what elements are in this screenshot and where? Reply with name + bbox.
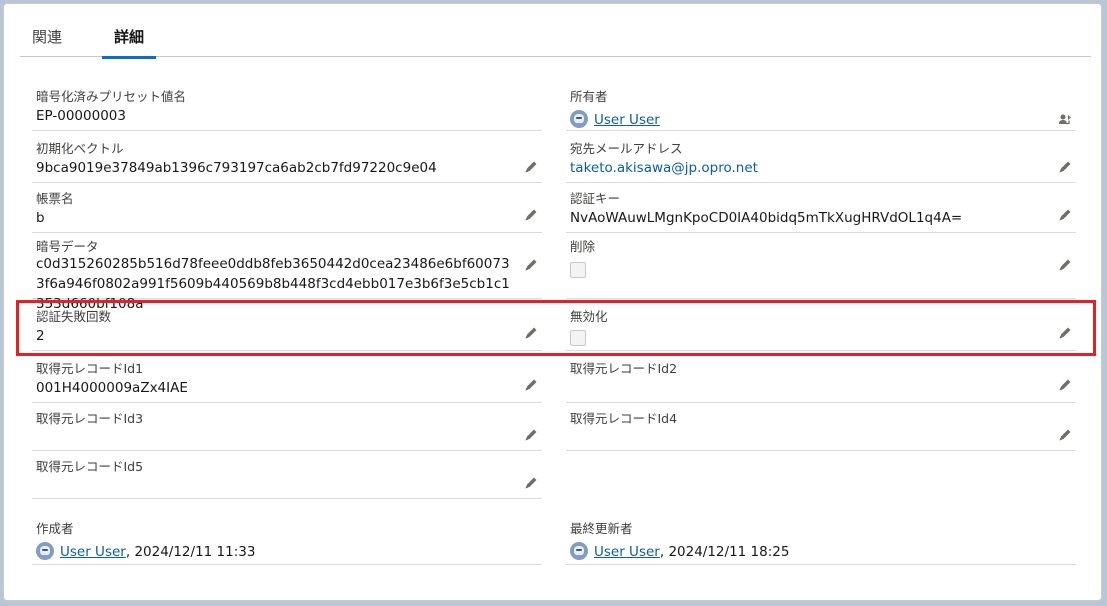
field-label: 作成者 <box>36 521 74 536</box>
modified-date: 2024/12/11 18:25 <box>668 544 790 560</box>
field-value: NvAoWAuwLMgnKpoCD0IA40bidq5mTkXugHRVdOL1… <box>570 210 963 226</box>
field-iv: 初期化ベクトル 9bca9019e37849ab1396c793197ca6ab… <box>32 138 542 183</box>
field-modified-by: 最終更新者 User User, 2024/12/11 18:25 <box>566 518 1076 565</box>
field-label: 取得元レコードId1 <box>36 361 144 376</box>
owner-value: User User <box>570 110 660 128</box>
created-date: 2024/12/11 11:33 <box>134 544 256 560</box>
field-cipher-data: 暗号データ c0d315260285b516d78feee0ddb8feb365… <box>32 236 542 312</box>
field-form-name: 帳票名 b <box>32 188 542 233</box>
field-label: 宛先メールアドレス <box>570 141 683 156</box>
field-label: 取得元レコードId2 <box>570 361 678 376</box>
field-auth-key: 認証キー NvAoWAuwLMgnKpoCD0IA40bidq5mTkXugHR… <box>566 188 1076 233</box>
field-label: 取得元レコードId3 <box>36 411 144 426</box>
field-label: 無効化 <box>570 309 608 324</box>
created-by-value: User User, 2024/12/11 11:33 <box>36 542 255 560</box>
modified-by-value: User User, 2024/12/11 18:25 <box>570 542 789 560</box>
field-label: 暗号データ <box>36 239 99 254</box>
pencil-icon[interactable] <box>524 428 538 442</box>
field-owner: 所有者 User User <box>566 86 1076 131</box>
field-label: 帳票名 <box>36 191 74 206</box>
field-label: 取得元レコードId4 <box>570 411 678 426</box>
field-label: 取得元レコードId5 <box>36 459 144 474</box>
pencil-icon[interactable] <box>1058 326 1072 340</box>
change-owner-icon[interactable] <box>1058 112 1072 126</box>
email-link[interactable]: taketo.akisawa@jp.opro.net <box>570 160 758 176</box>
field-label: 認証失敗回数 <box>36 309 112 324</box>
created-by-user-link[interactable]: User User <box>60 544 126 560</box>
field-label: 所有者 <box>570 89 608 104</box>
user-avatar-icon <box>570 542 588 560</box>
disabled-checkbox[interactable] <box>570 330 586 346</box>
pencil-icon[interactable] <box>1058 258 1072 272</box>
field-value: 2 <box>36 328 45 344</box>
field-value: c0d315260285b516d78feee0ddb8feb3650442d0… <box>36 256 510 312</box>
field-source-id5: 取得元レコードId5 <box>32 456 542 499</box>
field-value: EP-00000003 <box>36 108 126 124</box>
field-label: 暗号化済みプリセット値名 <box>36 89 187 104</box>
field-created-by: 作成者 User User, 2024/12/11 11:33 <box>32 518 542 565</box>
pencil-icon[interactable] <box>524 326 538 340</box>
pencil-icon[interactable] <box>524 476 538 490</box>
owner-link[interactable]: User User <box>594 112 660 128</box>
pencil-icon[interactable] <box>524 258 538 272</box>
field-label: 認証キー <box>570 191 621 206</box>
tab-details[interactable]: 詳細 <box>101 26 157 59</box>
user-avatar-icon <box>36 542 54 560</box>
tab-bar: 関連 詳細 <box>20 4 1091 59</box>
pencil-icon[interactable] <box>1058 208 1072 222</box>
field-email: 宛先メールアドレス taketo.akisawa@jp.opro.net <box>566 138 1076 183</box>
deleted-checkbox[interactable] <box>570 262 586 278</box>
field-label: 最終更新者 <box>570 521 633 536</box>
field-source-id2: 取得元レコードId2 <box>566 358 1076 403</box>
field-source-id1: 取得元レコードId1 001H4000009aZx4IAE <box>32 358 542 403</box>
pencil-icon[interactable] <box>524 160 538 174</box>
field-disabled: 無効化 <box>566 306 1076 351</box>
field-value: b <box>36 210 45 226</box>
field-source-id3: 取得元レコードId3 <box>32 408 542 451</box>
field-value: 001H4000009aZx4IAE <box>36 380 188 396</box>
user-avatar-icon <box>570 110 588 128</box>
pencil-icon[interactable] <box>1058 160 1072 174</box>
field-label: 削除 <box>570 239 596 254</box>
record-detail-card: 関連 詳細 暗号化済みプリセット値名 EP-00000003 所有者 User … <box>3 3 1102 601</box>
field-auth-fail-count: 認証失敗回数 2 <box>32 306 542 351</box>
pencil-icon[interactable] <box>524 378 538 392</box>
field-value: 9bca9019e37849ab1396c793197ca6ab2cb7fd97… <box>36 160 437 176</box>
modified-by-user-link[interactable]: User User <box>594 544 660 560</box>
field-deleted: 削除 <box>566 236 1076 299</box>
field-source-id4: 取得元レコードId4 <box>566 408 1076 451</box>
pencil-icon[interactable] <box>1058 428 1072 442</box>
tab-related[interactable]: 関連 <box>32 26 62 55</box>
field-preset-name: 暗号化済みプリセット値名 EP-00000003 <box>32 86 542 131</box>
pencil-icon[interactable] <box>524 208 538 222</box>
pencil-icon[interactable] <box>1058 378 1072 392</box>
field-label: 初期化ベクトル <box>36 141 124 156</box>
